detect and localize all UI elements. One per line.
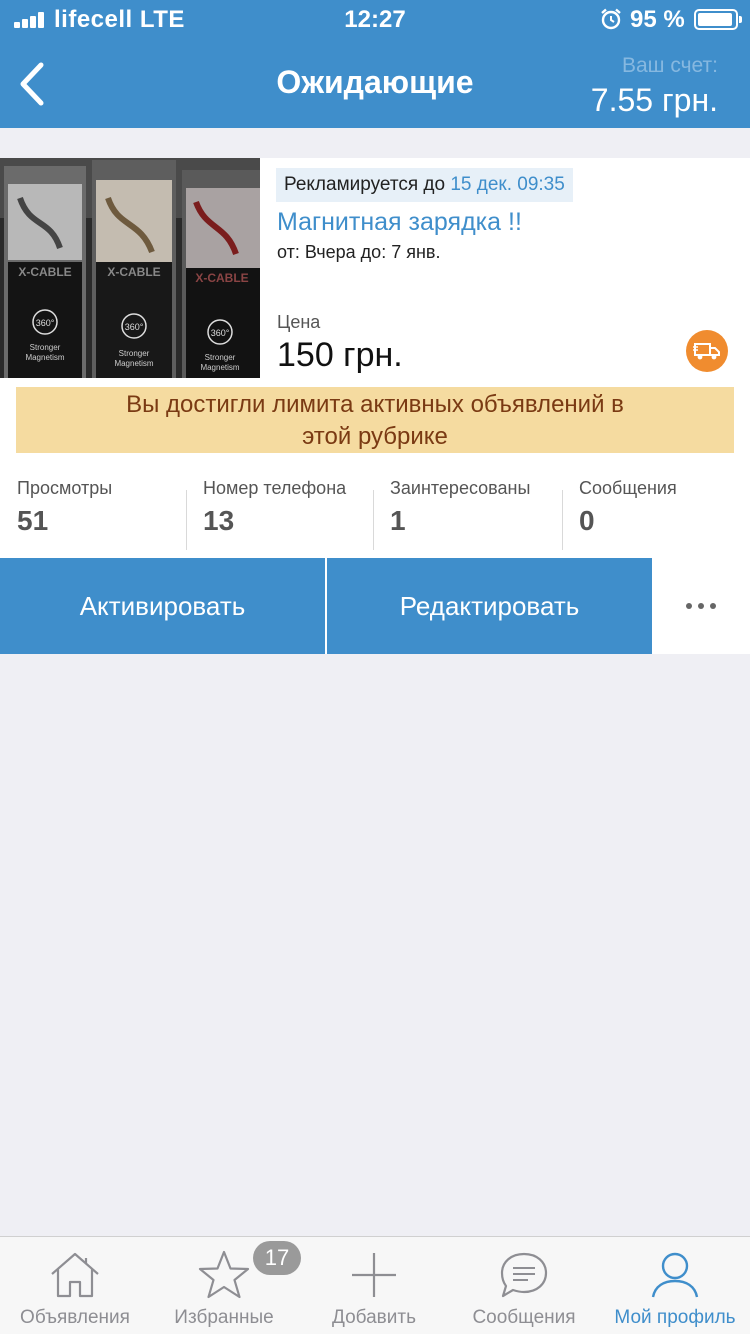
stat-label: Просмотры (17, 478, 113, 498)
chat-icon (500, 1252, 548, 1298)
battery-icon (694, 9, 742, 30)
more-dots-icon (686, 603, 692, 609)
listing-title[interactable]: Магнитная зарядка !! (277, 208, 522, 237)
svg-text:Stronger: Stronger (30, 343, 61, 352)
star-icon (198, 1250, 250, 1299)
account-value: 7.55 грн. (590, 82, 718, 118)
svg-text:Magnetism: Magnetism (114, 359, 153, 368)
svg-text:360°: 360° (36, 318, 55, 328)
tab-profile[interactable]: Мой профиль (600, 1237, 750, 1334)
listing-card: X-CABLE 360° Stronger Magnetism X-CABLE … (0, 158, 750, 654)
delivery-badge[interactable] (686, 330, 728, 372)
favorites-count-badge: 17 (253, 1241, 301, 1275)
tab-messages[interactable]: Сообщения (449, 1237, 599, 1334)
svg-text:Stronger: Stronger (205, 353, 236, 362)
stat-value: 1 (390, 505, 406, 536)
tab-label: Объявления (20, 1307, 130, 1328)
price-label: Цена (277, 312, 321, 332)
more-options-button[interactable] (652, 558, 750, 654)
home-icon (51, 1252, 99, 1298)
promotion-date: 15 дек. 09:35 (450, 174, 565, 195)
stat-messages: Сообщения 0 (562, 478, 748, 550)
tab-label: Избранные (174, 1307, 274, 1328)
profile-icon (651, 1252, 699, 1298)
battery-percentage: 95 % (630, 6, 685, 33)
stat-views: Просмотры 51 (0, 478, 186, 550)
limit-warning-line-1: Вы достигли лимита активных объявлений в (126, 391, 624, 418)
status-bar: lifecell LTE 12:27 95 % (0, 0, 750, 40)
promotion-badge: Рекламируется до 15 дек. 09:35 (276, 168, 573, 202)
tab-label: Добавить (332, 1307, 416, 1328)
svg-text:X-CABLE: X-CABLE (195, 271, 248, 285)
edit-button[interactable]: Редактировать (327, 558, 652, 654)
plus-icon (352, 1253, 396, 1297)
stat-interested: Заинтересованы 1 (373, 478, 559, 550)
tab-ads[interactable]: Объявления (0, 1237, 150, 1334)
top-bar: lifecell LTE 12:27 95 % Ожидающие Ваш сч… (0, 0, 750, 128)
account-balance[interactable]: Ваш счет: 7.55 грн. (591, 54, 718, 119)
delivery-truck-icon (693, 343, 720, 360)
product-photo-image: X-CABLE 360° Stronger Magnetism X-CABLE … (0, 158, 260, 378)
price-value: 150 грн. (277, 336, 403, 374)
listing-stats: Просмотры 51 Номер телефона 13 Заинтерес… (0, 468, 750, 554)
tab-favorites[interactable]: Избранные 17 (149, 1237, 301, 1334)
listing-dates: от: Вчера до: 7 янв. (277, 242, 441, 262)
svg-text:360°: 360° (211, 328, 230, 338)
tab-bar: Объявления Избранные 17 Добавить Сообщен… (0, 1236, 750, 1334)
svg-text:360°: 360° (125, 322, 144, 332)
alarm-icon (601, 8, 621, 30)
more-dots-icon (698, 603, 704, 609)
limit-warning-banner: Вы достигли лимита активных объявлений в… (16, 387, 734, 453)
stat-value: 13 (203, 505, 235, 536)
svg-text:X-CABLE: X-CABLE (107, 265, 160, 279)
listing-actions: Активировать Редактировать (0, 558, 750, 654)
stat-label: Номер телефона (203, 478, 347, 498)
more-dots-icon (710, 603, 716, 609)
stat-value: 51 (17, 505, 49, 536)
tab-label: Сообщения (472, 1307, 576, 1328)
tab-add[interactable]: Добавить (299, 1237, 449, 1334)
stat-phone: Номер телефона 13 (186, 478, 372, 550)
account-label: Ваш счет: (621, 54, 718, 77)
stat-label: Заинтересованы (390, 478, 531, 498)
activate-button[interactable]: Активировать (0, 558, 325, 654)
stat-label: Сообщения (579, 478, 677, 498)
tab-label: Мой профиль (614, 1307, 736, 1328)
svg-text:Stronger: Stronger (119, 349, 150, 358)
listing-photo[interactable]: X-CABLE 360° Stronger Magnetism X-CABLE … (0, 158, 260, 378)
svg-text:Magnetism: Magnetism (25, 353, 64, 362)
limit-warning-line-2: этой рубрике (302, 423, 448, 450)
svg-text:X-CABLE: X-CABLE (18, 265, 71, 279)
stat-value: 0 (579, 505, 595, 536)
svg-text:Magnetism: Magnetism (200, 363, 239, 372)
promotion-label: Рекламируется до (284, 174, 446, 195)
